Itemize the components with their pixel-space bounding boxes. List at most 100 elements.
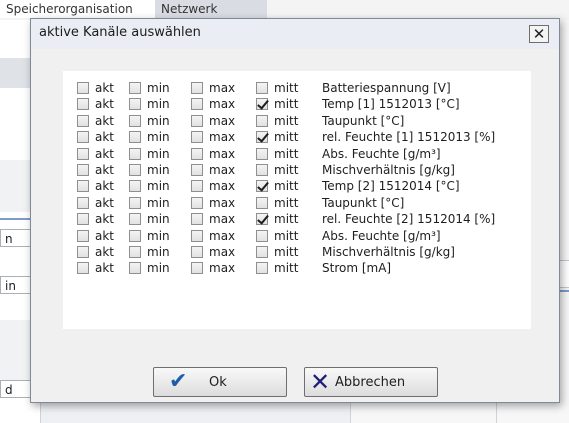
checkbox-label-akt[interactable]: akt	[95, 113, 114, 129]
checkbox-max[interactable]	[191, 262, 203, 275]
checkbox-akt[interactable]	[77, 147, 89, 160]
cancel-button[interactable]: ✕ Abbrechen	[304, 367, 438, 397]
checkbox-label-min[interactable]: min	[147, 260, 170, 276]
checkbox-max[interactable]	[191, 229, 203, 242]
checkbox-label-akt[interactable]: akt	[95, 178, 114, 194]
checkbox-label-min[interactable]: min	[147, 228, 170, 244]
checkbox-label-mitt[interactable]: mitt	[274, 146, 298, 162]
checkbox-label-mitt[interactable]: mitt	[274, 113, 298, 129]
checkbox-mitt[interactable]	[256, 147, 268, 160]
checkbox-label-min[interactable]: min	[147, 80, 170, 96]
checkbox-max[interactable]	[191, 98, 203, 111]
checkbox-akt[interactable]	[77, 98, 89, 111]
checkbox-max[interactable]	[191, 114, 203, 127]
checkbox-min[interactable]	[129, 164, 141, 176]
checkbox-label-akt[interactable]: akt	[95, 244, 114, 260]
checkbox-mitt[interactable]	[256, 262, 268, 275]
checkbox-min[interactable]	[129, 131, 141, 144]
checkbox-label-akt[interactable]: akt	[95, 129, 114, 145]
checkbox-label-max[interactable]: max	[209, 162, 235, 178]
ok-button[interactable]: ✔ Ok	[153, 367, 287, 397]
checkbox-mitt[interactable]	[256, 131, 268, 144]
checkbox-label-akt[interactable]: akt	[95, 211, 114, 227]
checkbox-label-max[interactable]: max	[209, 96, 235, 112]
checkbox-max[interactable]	[191, 131, 203, 144]
checkbox-label-akt[interactable]: akt	[95, 80, 114, 96]
checkbox-label-akt[interactable]: akt	[95, 260, 114, 276]
checkbox-mitt[interactable]	[256, 164, 268, 176]
checkbox-label-max[interactable]: max	[209, 129, 235, 145]
checkbox-akt[interactable]	[77, 213, 89, 226]
tab-speicherorganisation[interactable]: Speicherorganisation	[0, 0, 163, 18]
checkbox-label-mitt[interactable]: mitt	[274, 228, 298, 244]
checkbox-akt[interactable]	[77, 131, 89, 144]
checkbox-mitt[interactable]	[256, 180, 268, 193]
checkbox-label-min[interactable]: min	[147, 146, 170, 162]
checkbox-akt[interactable]	[77, 246, 89, 258]
checkbox-max[interactable]	[191, 82, 203, 94]
checkbox-label-min[interactable]: min	[147, 113, 170, 129]
checkbox-label-max[interactable]: max	[209, 211, 235, 227]
checkbox-mitt[interactable]	[256, 229, 268, 242]
checkbox-label-akt[interactable]: akt	[95, 195, 114, 211]
checkbox-label-mitt[interactable]: mitt	[274, 162, 298, 178]
checkbox-label-mitt[interactable]: mitt	[274, 96, 298, 112]
checkbox-label-min[interactable]: min	[147, 244, 170, 260]
checkbox-akt[interactable]	[77, 196, 89, 209]
checkbox-label-min[interactable]: min	[147, 195, 170, 211]
checkbox-label-mitt[interactable]: mitt	[274, 244, 298, 260]
checkbox-label-akt[interactable]: akt	[95, 96, 114, 112]
checkbox-label-mitt[interactable]: mitt	[274, 178, 298, 194]
checkbox-mitt[interactable]	[256, 196, 268, 209]
checkbox-max[interactable]	[191, 213, 203, 226]
checkbox-label-max[interactable]: max	[209, 260, 235, 276]
checkbox-label-mitt[interactable]: mitt	[274, 129, 298, 145]
checkbox-label-min[interactable]: min	[147, 129, 170, 145]
checkbox-min[interactable]	[129, 82, 141, 94]
checkbox-mitt[interactable]	[256, 114, 268, 127]
checkbox-label-max[interactable]: max	[209, 146, 235, 162]
checkbox-label-min[interactable]: min	[147, 211, 170, 227]
checkbox-max[interactable]	[191, 196, 203, 209]
checkbox-label-akt[interactable]: akt	[95, 228, 114, 244]
checkbox-label-max[interactable]: max	[209, 195, 235, 211]
checkbox-akt[interactable]	[77, 114, 89, 127]
checkbox-label-min[interactable]: min	[147, 178, 170, 194]
checkbox-mitt[interactable]	[256, 246, 268, 258]
tab-netzwerk[interactable]: Netzwerk	[155, 0, 267, 18]
checkbox-akt[interactable]	[77, 82, 89, 94]
checkbox-label-max[interactable]: max	[209, 178, 235, 194]
close-button[interactable]: ✕	[529, 25, 549, 43]
checkbox-label-mitt[interactable]: mitt	[274, 211, 298, 227]
checkbox-label-mitt[interactable]: mitt	[274, 80, 298, 96]
checkbox-akt[interactable]	[77, 164, 89, 176]
checkbox-label-max[interactable]: max	[209, 228, 235, 244]
checkbox-mitt[interactable]	[256, 213, 268, 226]
checkbox-label-max[interactable]: max	[209, 113, 235, 129]
checkbox-label-min[interactable]: min	[147, 96, 170, 112]
checkbox-max[interactable]	[191, 147, 203, 160]
checkbox-min[interactable]	[129, 98, 141, 111]
checkbox-min[interactable]	[129, 180, 141, 193]
checkbox-akt[interactable]	[77, 229, 89, 242]
checkbox-akt[interactable]	[77, 180, 89, 193]
checkbox-max[interactable]	[191, 180, 203, 193]
checkbox-label-min[interactable]: min	[147, 162, 170, 178]
checkbox-label-max[interactable]: max	[209, 80, 235, 96]
checkbox-min[interactable]	[129, 114, 141, 127]
checkbox-min[interactable]	[129, 229, 141, 242]
dialog-titlebar[interactable]: aktive Kanäle auswählen ✕	[31, 19, 559, 49]
checkbox-max[interactable]	[191, 164, 203, 176]
checkbox-max[interactable]	[191, 246, 203, 258]
checkbox-min[interactable]	[129, 196, 141, 209]
checkbox-label-mitt[interactable]: mitt	[274, 260, 298, 276]
checkbox-min[interactable]	[129, 262, 141, 275]
checkbox-min[interactable]	[129, 213, 141, 226]
checkbox-min[interactable]	[129, 147, 141, 160]
checkbox-mitt[interactable]	[256, 82, 268, 94]
checkbox-label-akt[interactable]: akt	[95, 146, 114, 162]
checkbox-label-max[interactable]: max	[209, 244, 235, 260]
checkbox-mitt[interactable]	[256, 98, 268, 111]
checkbox-min[interactable]	[129, 246, 141, 258]
checkbox-label-mitt[interactable]: mitt	[274, 195, 298, 211]
